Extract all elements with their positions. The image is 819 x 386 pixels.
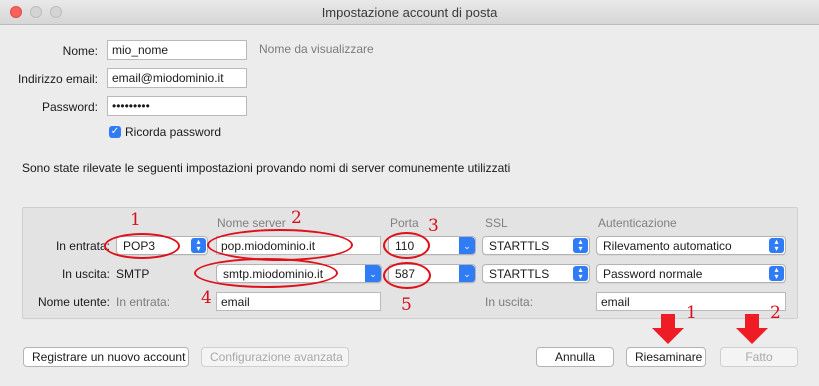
remember-password-checkbox[interactable]: ✓ bbox=[109, 126, 121, 138]
email-field[interactable]: email@miodominio.it bbox=[107, 68, 247, 88]
outgoing-auth-select[interactable]: Password normale ▴ ▾ bbox=[596, 264, 786, 283]
password-label: Password: bbox=[41, 100, 98, 114]
annotation-circle-protocol bbox=[104, 233, 180, 259]
annotation-circle-out-server bbox=[194, 258, 338, 288]
name-hint: Nome da visualizzare bbox=[259, 42, 374, 56]
red-arrow-down-icon bbox=[736, 314, 768, 344]
chevron-down-icon: ⌄ bbox=[365, 265, 381, 282]
outgoing-ssl-select[interactable]: STARTTLS ▴ ▾ bbox=[482, 264, 590, 283]
updown-icon: ▴ ▾ bbox=[573, 266, 588, 281]
annotation-number: 2 bbox=[291, 208, 302, 228]
updown-icon: ▴ ▾ bbox=[191, 238, 206, 253]
advanced-config-button[interactable]: Configurazione avanzata bbox=[201, 347, 349, 367]
annotation-circle-out-port bbox=[383, 262, 431, 289]
annotation-number: 3 bbox=[428, 216, 439, 236]
retest-button[interactable]: Riesaminare bbox=[626, 347, 706, 367]
email-label: Indirizzo email: bbox=[17, 72, 98, 86]
annotation-number: 1 bbox=[686, 303, 697, 323]
outgoing-ssl-value: STARTTLS bbox=[489, 267, 550, 281]
password-field[interactable]: ••••••••• bbox=[107, 96, 247, 116]
annotation-number: 1 bbox=[130, 210, 141, 230]
updown-icon: ▴ ▾ bbox=[769, 238, 784, 253]
incoming-auth-value: Rilevamento automatico bbox=[603, 239, 732, 253]
red-arrow-down-icon bbox=[652, 314, 684, 344]
incoming-ssl-value: STARTTLS bbox=[489, 239, 550, 253]
outgoing-auth-value: Password normale bbox=[603, 267, 703, 281]
updown-icon: ▴ ▾ bbox=[573, 238, 588, 253]
column-header-port: Porta bbox=[390, 216, 419, 230]
annotation-number: 4 bbox=[201, 288, 212, 308]
username-label: Nome utente: bbox=[37, 295, 110, 309]
new-account-button[interactable]: Registrare un nuovo account bbox=[23, 347, 189, 367]
cancel-button[interactable]: Annulla bbox=[536, 347, 614, 367]
chevron-down-icon: ⌄ bbox=[459, 265, 475, 282]
username-incoming-label: In entrata: bbox=[116, 295, 171, 309]
outgoing-protocol: SMTP bbox=[116, 267, 150, 281]
detected-settings-text: Sono state rilevate le seguenti impostaz… bbox=[22, 161, 511, 175]
remember-password-label: Ricorda password bbox=[125, 125, 222, 139]
column-header-server: Nome server bbox=[217, 216, 286, 230]
title-bar: Impostazione account di posta bbox=[0, 0, 819, 25]
chevron-down-icon: ⌄ bbox=[459, 237, 475, 254]
annotation-circle-server bbox=[207, 229, 353, 261]
updown-icon: ▴ ▾ bbox=[769, 266, 784, 281]
name-label: Nome: bbox=[62, 44, 98, 58]
annotation-circle-port bbox=[383, 232, 430, 259]
username-incoming-field[interactable]: email bbox=[216, 292, 381, 311]
annotation-number: 2 bbox=[770, 303, 781, 323]
window-title: Impostazione account di posta bbox=[321, 5, 498, 20]
name-field[interactable]: mio_nome bbox=[107, 40, 247, 60]
outgoing-label: In uscita: bbox=[61, 267, 110, 281]
done-button[interactable]: Fatto bbox=[720, 347, 798, 367]
username-outgoing-label: In uscita: bbox=[485, 295, 534, 309]
incoming-ssl-select[interactable]: STARTTLS ▴ ▾ bbox=[482, 236, 590, 255]
annotation-number: 5 bbox=[401, 295, 412, 315]
incoming-auth-select[interactable]: Rilevamento automatico ▴ ▾ bbox=[596, 236, 786, 255]
incoming-label: In entrata: bbox=[55, 239, 110, 253]
column-header-auth: Autenticazione bbox=[598, 216, 677, 230]
column-header-ssl: SSL bbox=[485, 216, 508, 230]
